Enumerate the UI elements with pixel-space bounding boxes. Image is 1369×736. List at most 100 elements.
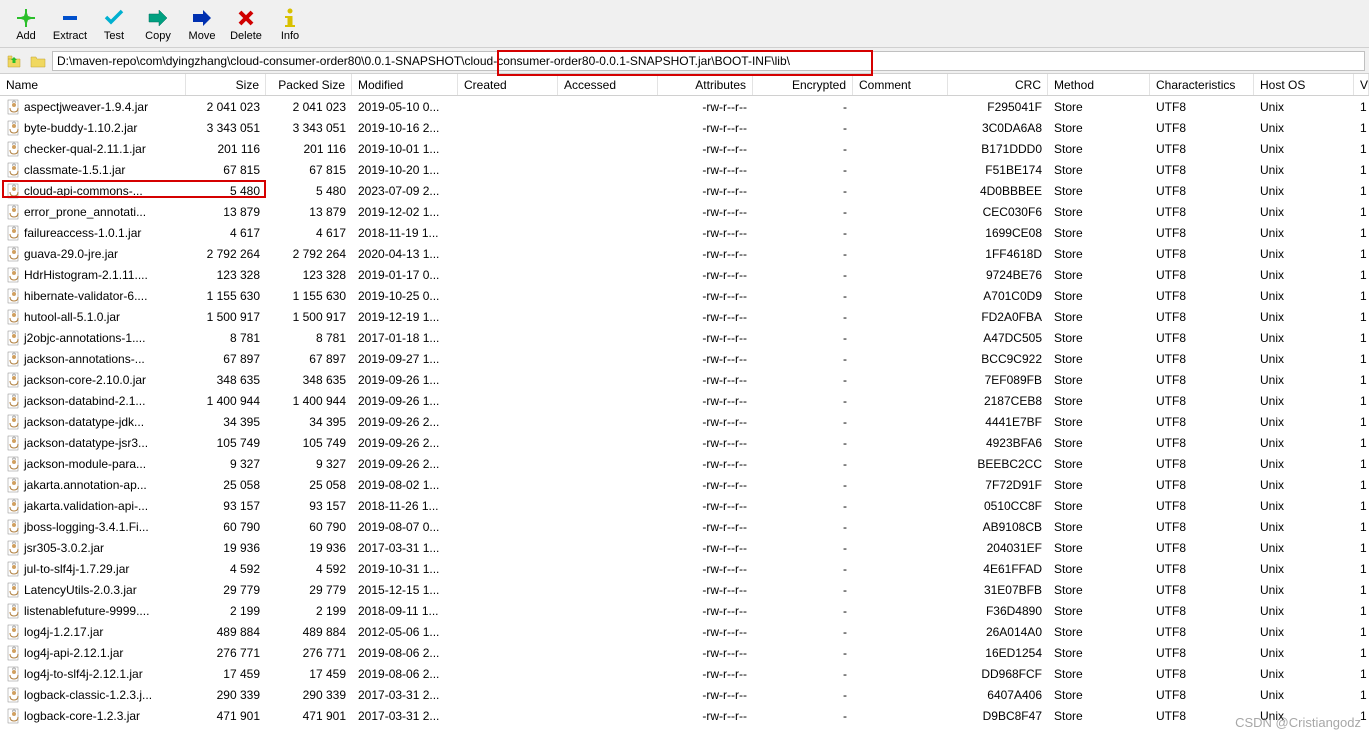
table-row[interactable]: log4j-1.2.17.jar489 884489 8842012-05-06… <box>0 621 1369 642</box>
file-host: Unix <box>1254 435 1354 451</box>
copy-button[interactable]: Copy <box>136 2 180 46</box>
header-packed[interactable]: Packed Size <box>266 74 352 95</box>
delete-button[interactable]: Delete <box>224 2 268 46</box>
table-row[interactable]: jakarta.validation-api-...93 15793 15720… <box>0 495 1369 516</box>
header-method[interactable]: Method <box>1048 74 1150 95</box>
table-row[interactable]: LatencyUtils-2.0.3.jar29 77929 7792015-1… <box>0 579 1369 600</box>
table-row[interactable]: failureaccess-1.0.1.jar4 6174 6172018-11… <box>0 222 1369 243</box>
file-name: log4j-1.2.17.jar <box>24 625 103 639</box>
file-accessed <box>558 505 658 507</box>
table-row[interactable]: log4j-api-2.12.1.jar276 771276 7712019-0… <box>0 642 1369 663</box>
jar-file-icon <box>6 540 22 556</box>
file-attrs: -rw-r--r-- <box>658 99 753 115</box>
file-size: 201 116 <box>186 141 266 157</box>
extract-button[interactable]: Extract <box>48 2 92 46</box>
file-method: Store <box>1048 225 1150 241</box>
file-char: UTF8 <box>1150 183 1254 199</box>
file-name: jakarta.validation-api-... <box>24 499 148 513</box>
file-crc: 3C0DA6A8 <box>948 120 1048 136</box>
header-host[interactable]: Host OS <box>1254 74 1354 95</box>
table-row[interactable]: HdrHistogram-2.1.11....123 328123 328201… <box>0 264 1369 285</box>
file-packed: 2 792 264 <box>266 246 352 262</box>
up-button[interactable] <box>4 51 24 71</box>
jar-file-icon <box>6 330 22 346</box>
file-ver: 1 <box>1354 141 1369 157</box>
jar-file-icon <box>6 414 22 430</box>
header-crc[interactable]: CRC <box>948 74 1048 95</box>
table-row[interactable]: listenablefuture-9999....2 1992 1992018-… <box>0 600 1369 621</box>
file-method: Store <box>1048 246 1150 262</box>
header-size[interactable]: Size <box>186 74 266 95</box>
file-host: Unix <box>1254 477 1354 493</box>
file-name: log4j-api-2.12.1.jar <box>24 646 123 660</box>
add-button[interactable]: Add <box>4 2 48 46</box>
table-row[interactable]: jsr305-3.0.2.jar19 93619 9362017-03-31 1… <box>0 537 1369 558</box>
table-row[interactable]: j2objc-annotations-1....8 7818 7812017-0… <box>0 327 1369 348</box>
file-attrs: -rw-r--r-- <box>658 183 753 199</box>
info-button[interactable]: Info <box>268 2 312 46</box>
table-row[interactable]: jackson-databind-2.1...1 400 9441 400 94… <box>0 390 1369 411</box>
path-input[interactable] <box>52 51 1365 71</box>
file-encrypted: - <box>753 645 853 661</box>
test-button[interactable]: Test <box>92 2 136 46</box>
file-method: Store <box>1048 141 1150 157</box>
table-row[interactable]: hutool-all-5.1.0.jar1 500 9171 500 91720… <box>0 306 1369 327</box>
table-row[interactable]: jackson-datatype-jsr3...105 749105 74920… <box>0 432 1369 453</box>
file-name: hutool-all-5.1.0.jar <box>24 310 120 324</box>
file-ver: 1 <box>1354 246 1369 262</box>
table-row[interactable]: jul-to-slf4j-1.7.29.jar4 5924 5922019-10… <box>0 558 1369 579</box>
file-modified: 2018-11-26 1... <box>352 498 458 514</box>
file-host: Unix <box>1254 183 1354 199</box>
table-row[interactable]: classmate-1.5.1.jar67 81567 8152019-10-2… <box>0 159 1369 180</box>
table-row[interactable]: jackson-module-para...9 3279 3272019-09-… <box>0 453 1369 474</box>
table-row[interactable]: byte-buddy-1.10.2.jar3 343 0513 343 0512… <box>0 117 1369 138</box>
table-row[interactable]: checker-qual-2.11.1.jar201 116201 116201… <box>0 138 1369 159</box>
move-button[interactable]: Move <box>180 2 224 46</box>
file-modified: 2019-09-26 1... <box>352 393 458 409</box>
file-packed: 3 343 051 <box>266 120 352 136</box>
table-row[interactable]: log4j-to-slf4j-2.12.1.jar17 45917 459201… <box>0 663 1369 684</box>
header-accessed[interactable]: Accessed <box>558 74 658 95</box>
file-packed: 2 041 023 <box>266 99 352 115</box>
file-comment <box>853 463 948 465</box>
file-modified: 2019-05-10 0... <box>352 99 458 115</box>
file-name: error_prone_annotati... <box>24 205 146 219</box>
table-row[interactable]: cloud-api-commons-...5 4805 4802023-07-0… <box>0 180 1369 201</box>
header-version[interactable]: V <box>1354 74 1369 95</box>
file-name: jackson-datatype-jsr3... <box>24 436 148 450</box>
table-row[interactable]: jackson-annotations-...67 89767 8972019-… <box>0 348 1369 369</box>
header-name[interactable]: Name <box>0 74 186 95</box>
file-modified: 2019-12-19 1... <box>352 309 458 325</box>
table-row[interactable]: logback-classic-1.2.3.j...290 339290 339… <box>0 684 1369 705</box>
header-created[interactable]: Created <box>458 74 558 95</box>
file-size: 4 617 <box>186 225 266 241</box>
file-attrs: -rw-r--r-- <box>658 225 753 241</box>
file-ver: 1 <box>1354 435 1369 451</box>
table-row[interactable]: guava-29.0-jre.jar2 792 2642 792 2642020… <box>0 243 1369 264</box>
table-row[interactable]: jboss-logging-3.4.1.Fi...60 79060 790201… <box>0 516 1369 537</box>
header-characteristics[interactable]: Characteristics <box>1150 74 1254 95</box>
header-comment[interactable]: Comment <box>853 74 948 95</box>
jar-file-icon <box>6 435 22 451</box>
table-row[interactable]: hibernate-validator-6....1 155 6301 155 … <box>0 285 1369 306</box>
file-comment <box>853 715 948 717</box>
file-encrypted: - <box>753 624 853 640</box>
header-modified[interactable]: Modified <box>352 74 458 95</box>
header-encrypted[interactable]: Encrypted <box>753 74 853 95</box>
table-row[interactable]: logback-core-1.2.3.jar471 901471 9012017… <box>0 705 1369 726</box>
file-created <box>458 442 558 444</box>
table-row[interactable]: error_prone_annotati...13 87913 8792019-… <box>0 201 1369 222</box>
table-row[interactable]: jackson-core-2.10.0.jar348 635348 635201… <box>0 369 1369 390</box>
table-row[interactable]: jakarta.annotation-ap...25 05825 0582019… <box>0 474 1369 495</box>
file-name: logback-core-1.2.3.jar <box>24 709 140 723</box>
file-accessed <box>558 610 658 612</box>
file-name: byte-buddy-1.10.2.jar <box>24 121 137 135</box>
file-name: jackson-annotations-... <box>24 352 145 366</box>
file-name: jboss-logging-3.4.1.Fi... <box>24 520 149 534</box>
file-method: Store <box>1048 582 1150 598</box>
file-char: UTF8 <box>1150 99 1254 115</box>
table-row[interactable]: jackson-datatype-jdk...34 39534 3952019-… <box>0 411 1369 432</box>
table-row[interactable]: aspectjweaver-1.9.4.jar2 041 0232 041 02… <box>0 96 1369 117</box>
file-crc: 9724BE76 <box>948 267 1048 283</box>
header-attributes[interactable]: Attributes <box>658 74 753 95</box>
